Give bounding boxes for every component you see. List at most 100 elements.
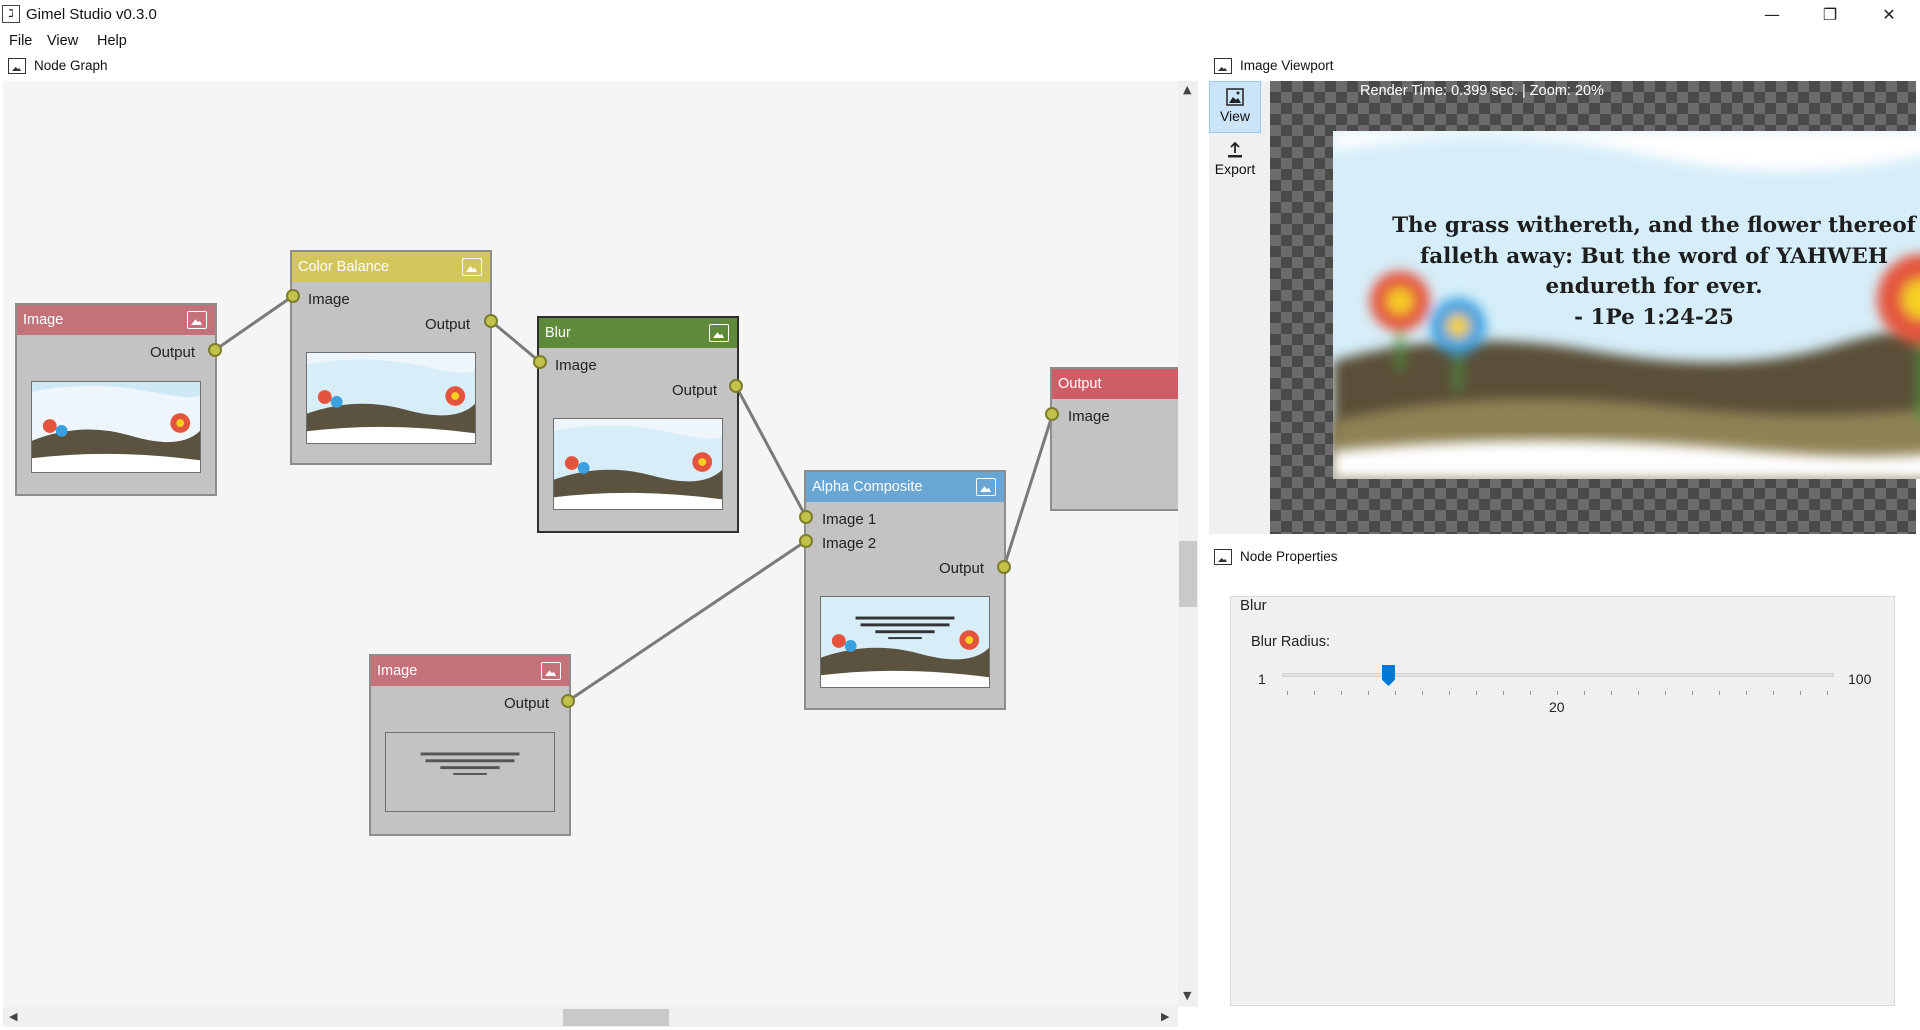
menu-help[interactable]: Help [97,33,127,49]
wire-image2-to-composite [567,539,807,703]
node-blur[interactable]: Blur Image Output [537,316,739,533]
node-header[interactable]: Blur [539,318,737,348]
scroll-thumb[interactable] [563,1009,669,1026]
node-graph-canvas[interactable]: Image Output Color Balance Image Output [3,81,1178,1007]
slider-tick [1503,691,1504,695]
output-port-label: Output [424,316,470,333]
image-icon[interactable] [462,258,482,276]
node-output[interactable]: Output Image [1050,367,1178,511]
node-header[interactable]: Output [1052,369,1178,399]
image-viewport-title: Image Viewport [1240,58,1334,73]
slider-tick [1746,691,1747,695]
node-header[interactable]: Alpha Composite [806,472,1004,502]
slider-tick [1449,691,1450,695]
socket-composite-input2[interactable] [799,534,813,548]
image-viewport-header: Image Viewport [1214,54,1514,78]
node-color-balance[interactable]: Color Balance Image Output [290,250,492,465]
close-button[interactable]: ✕ [1860,0,1918,30]
title-bar: ℷ Gimel Studio v0.3.0 — ❐ ✕ [0,0,1920,30]
node-thumbnail [820,596,990,688]
node-header[interactable]: Image [17,305,215,335]
transparency-checkerboard[interactable]: Render Time: 0.399 sec. | Zoom: 20% The … [1270,81,1920,534]
horizontal-scrollbar[interactable]: ◀ ▶ [3,1007,1178,1027]
menu-file[interactable]: File [9,33,32,49]
slider-tick [1719,691,1720,695]
slider-tick [1557,691,1558,695]
node-title: Image [377,663,418,679]
menu-view[interactable]: View [47,33,78,49]
image-icon[interactable] [541,662,561,680]
landscape-thumbnail [307,353,475,443]
socket-blur-input[interactable] [533,355,547,369]
socket-image1-output[interactable] [208,343,222,357]
scroll-left-icon[interactable]: ◀ [9,1010,17,1023]
app-icon: ℷ [2,5,20,23]
socket-composite-output[interactable] [997,560,1011,574]
slider-tick [1638,691,1639,695]
maximize-button[interactable]: ❐ [1801,0,1859,30]
output-port-label: Output [938,560,984,577]
slider-tick [1422,691,1423,695]
node-thumbnail [385,732,555,812]
socket-image2-output[interactable] [561,694,575,708]
scroll-right-icon[interactable]: ▶ [1161,1010,1169,1023]
node-title: Color Balance [298,259,390,275]
node-properties-title: Node Properties [1240,549,1338,564]
window-title: Gimel Studio v0.3.0 [26,6,157,23]
scroll-thumb[interactable] [1179,541,1197,607]
socket-blur-output[interactable] [729,379,743,393]
socket-composite-input1[interactable] [799,510,813,524]
scroll-up-icon[interactable]: ▲ [1183,83,1191,96]
node-header[interactable]: Image [371,656,569,686]
input-port-label: Image 1 [822,511,877,528]
node-thumbnail [31,381,201,473]
image-viewport-icon [1214,58,1232,74]
node-image-2[interactable]: Image Output [369,654,571,836]
export-tool-button[interactable]: Export [1209,135,1261,187]
image-icon[interactable] [187,311,207,329]
output-port-label: Output [671,382,717,399]
node-graph-icon [8,58,26,74]
slider-thumb[interactable] [1381,665,1395,686]
node-graph-header: Node Graph [8,54,308,78]
minimize-button[interactable]: — [1743,0,1801,30]
socket-colorbalance-output[interactable] [484,314,498,328]
input-port-label: Image [1068,408,1110,425]
node-graph-title: Node Graph [34,58,108,73]
input-port-label: Image [555,357,597,374]
node-title: Blur [545,325,571,341]
image-icon[interactable] [709,324,729,342]
slider-tick [1584,691,1585,695]
blur-radius-slider[interactable] [1282,673,1834,677]
node-header[interactable]: Color Balance [292,252,490,282]
menu-bar: File View Help [0,30,1920,52]
node-image-1[interactable]: Image Output [15,303,217,496]
slider-max-label: 100 [1848,671,1872,687]
slider-tick [1800,691,1801,695]
slider-tick [1611,691,1612,695]
node-alpha-composite[interactable]: Alpha Composite Image 1 Image 2 Output [804,470,1006,710]
verse-line: falleth away: But the word of YAHWEH [1419,243,1889,269]
vertical-scrollbar[interactable]: ▲ ▼ [1178,81,1198,1007]
socket-colorbalance-input[interactable] [286,289,300,303]
slider-tick [1314,691,1315,695]
verse-line: The grass withereth, and the flower ther… [1392,213,1916,238]
landscape-thumbnail [554,419,722,509]
verse-text: The grass withereth, and the flower ther… [1333,211,1920,333]
export-icon [1226,141,1244,159]
image-icon[interactable] [976,478,996,496]
slider-tick [1476,691,1477,695]
slider-tick [1368,691,1369,695]
view-tool-button[interactable]: View [1209,81,1261,133]
slider-tick [1530,691,1531,695]
blur-radius-label: Blur Radius: [1251,634,1330,650]
rendered-image[interactable]: The grass withereth, and the flower ther… [1333,131,1920,479]
slider-value-label: 20 [1549,699,1565,715]
node-title: Output [1058,376,1102,392]
scroll-down-icon[interactable]: ▼ [1183,989,1191,1002]
slider-tick [1692,691,1693,695]
socket-output-input[interactable] [1045,407,1059,421]
input-port-label: Image [308,291,350,308]
output-port-label: Output [503,695,549,712]
verse-line: endureth for ever. [1545,274,1763,299]
